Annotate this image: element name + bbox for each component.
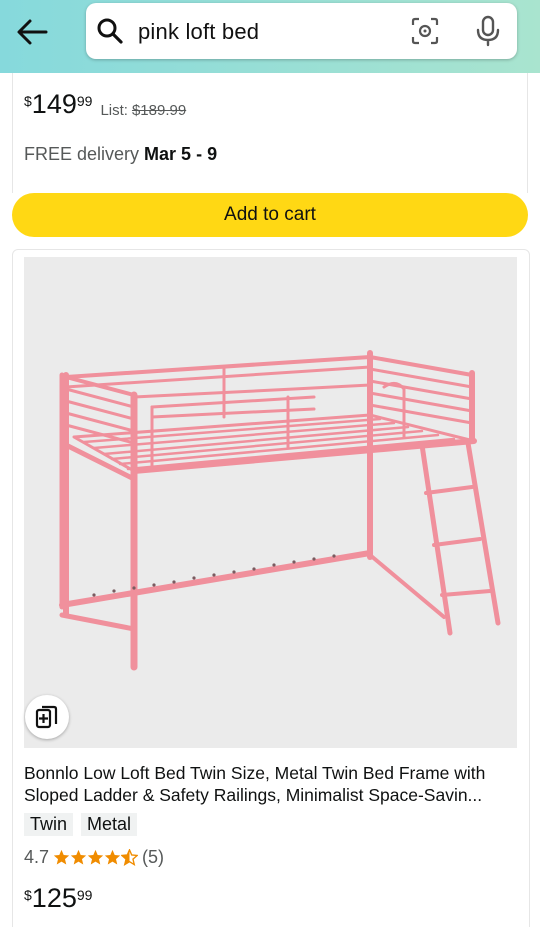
star-icon [53, 849, 70, 865]
rating-row[interactable]: 4.7 (5) [24, 847, 164, 868]
top-search-bar: pink loft bed [0, 0, 540, 73]
price-fraction: 99 [76, 93, 93, 109]
star-icon [87, 849, 104, 865]
add-to-cart-button[interactable]: Add to cart [12, 193, 528, 237]
star-half-icon [121, 849, 139, 866]
product-tags: Twin Metal [24, 813, 138, 836]
product-price: $ 149 99 List: $189.99 [24, 89, 186, 119]
rating-value: 4.7 [24, 847, 50, 867]
star-icon [104, 849, 121, 865]
product-image[interactable] [24, 257, 517, 748]
delivery-dates: Mar 5 - 9 [144, 144, 218, 164]
price-whole: 125 [31, 883, 77, 913]
price-fraction: 99 [76, 887, 93, 903]
microphone-icon[interactable] [475, 15, 501, 47]
price-currency: $ [24, 93, 32, 109]
delivery-prefix: FREE delivery [24, 144, 140, 164]
tag-material: Metal [81, 813, 138, 836]
arrow-left-icon [17, 19, 48, 45]
star-rating [53, 849, 139, 866]
search-input[interactable]: pink loft bed [86, 3, 517, 59]
save-to-list-button[interactable] [25, 695, 69, 739]
review-count[interactable]: (5) [142, 847, 164, 868]
price-currency: $ [24, 887, 32, 903]
search-query[interactable]: pink loft bed [138, 19, 259, 45]
loft-bed-image [59, 350, 501, 671]
save-to-list-icon [35, 705, 58, 729]
product-price: $ 125 99 [24, 883, 100, 913]
product-title[interactable]: Bonnlo Low Loft Bed Twin Size, Metal Twi… [24, 762, 520, 806]
list-price-label: List: [100, 102, 128, 119]
delivery-info: FREE delivery Mar 5 - 9 [24, 144, 217, 165]
back-button[interactable] [14, 14, 50, 50]
star-icon [70, 849, 87, 865]
price-whole: 149 [31, 89, 77, 119]
search-icon [97, 18, 123, 44]
list-price: $189.99 [131, 102, 187, 119]
camera-lens-icon[interactable] [411, 17, 439, 45]
tag-size: Twin [24, 813, 74, 836]
